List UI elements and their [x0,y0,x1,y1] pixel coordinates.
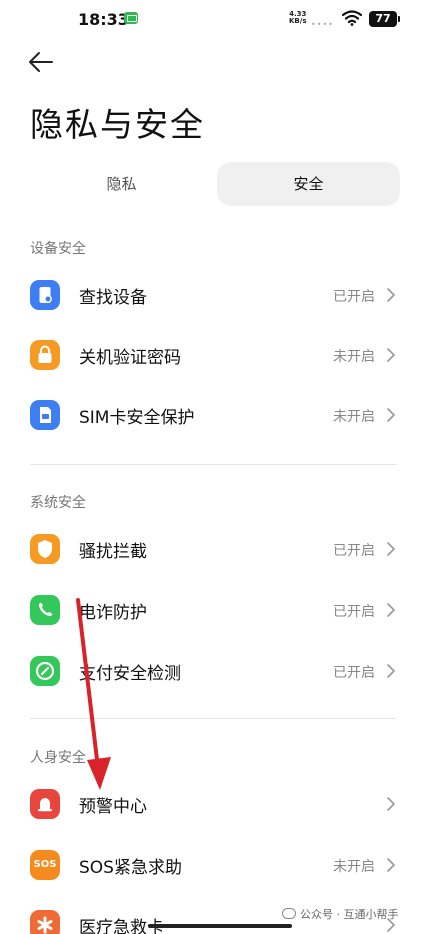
row-harassment-block[interactable]: 骚扰拦截 已开启 [0,519,427,579]
row-label: 骚扰拦截 [79,542,147,562]
message-notification-icon [124,12,138,24]
battery-indicator: 77 [369,11,400,27]
row-fraud-protection[interactable]: 电诈防护 已开启 [0,580,427,640]
payment-check-icon [30,656,60,686]
status-bar: 18:33 4.33 KB/s •••• 77 [0,0,427,38]
sim-card-icon [30,400,60,430]
chevron-right-icon [387,858,395,872]
segmented-tabs: 隐私 安全 [30,162,400,206]
chevron-right-icon [387,348,395,362]
row-label: 关机验证密码 [79,348,181,368]
divider [30,718,397,719]
chevron-right-icon [387,288,395,302]
chevron-right-icon [387,603,395,617]
bell-icon [30,789,60,819]
page-title: 隐私与安全 [30,105,205,144]
row-label: 电诈防护 [79,603,147,623]
row-label: SOS紧急求助 [79,858,182,878]
status-time: 18:33 [78,10,129,29]
row-status: 未开启 [333,409,375,425]
row-status: 已开启 [333,289,375,305]
section-header-system-security: 系统安全 [30,495,86,511]
chevron-right-icon [387,408,395,422]
tab-security[interactable]: 安全 [217,162,400,206]
back-arrow-icon [29,52,53,72]
phone-icon [30,595,60,625]
sos-icon: SOS [30,850,60,880]
row-status: 未开启 [333,349,375,365]
section-header-personal-safety: 人身安全 [30,750,86,766]
row-sos[interactable]: SOS SOS紧急求助 未开启 [0,835,427,895]
find-device-icon [30,280,60,310]
row-label: SIM卡安全保护 [79,408,195,428]
back-button[interactable] [26,48,58,76]
row-shutdown-password[interactable]: 关机验证密码 未开启 [0,325,427,385]
tab-privacy[interactable]: 隐私 [30,162,213,206]
signal-dots-icon: •••• [311,20,334,29]
wechat-icon [282,908,296,919]
divider [30,464,397,465]
chevron-right-icon [387,542,395,556]
home-indicator[interactable] [148,924,292,928]
row-label: 支付安全检测 [79,664,181,684]
row-sim-protection[interactable]: SIM卡安全保护 未开启 [0,385,427,445]
row-payment-security[interactable]: 支付安全检测 已开启 [0,641,427,701]
chevron-right-icon [387,797,395,811]
row-find-device[interactable]: 查找设备 已开启 [0,265,427,325]
watermark: 公众号 · 互通小帮手 [282,906,399,922]
row-status: 未开启 [333,859,375,875]
row-status: 已开启 [333,543,375,559]
chevron-right-icon [387,664,395,678]
row-label: 查找设备 [79,288,147,308]
wifi-icon [342,10,362,26]
row-status: 已开启 [333,665,375,681]
medical-icon [30,910,60,934]
shield-icon [30,534,60,564]
row-status: 已开启 [333,604,375,620]
network-speed: 4.33 KB/s [289,10,307,25]
row-label: 预警中心 [79,797,147,817]
lock-icon [30,340,60,370]
section-header-device-security: 设备安全 [30,241,86,257]
row-alert-center[interactable]: 预警中心 [0,774,427,834]
